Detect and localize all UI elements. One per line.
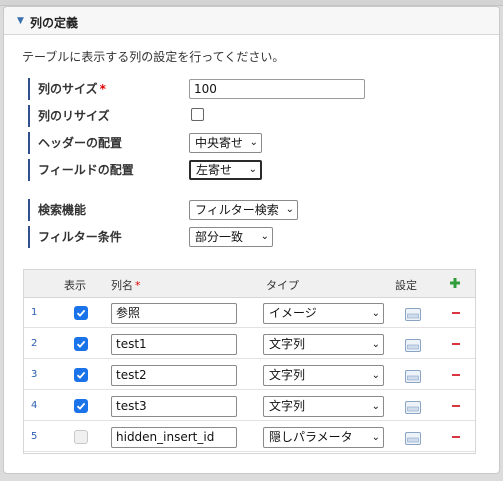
column-name-input[interactable]: test1 (111, 334, 237, 355)
chevron-down-icon: ⌄ (249, 137, 258, 148)
search-function-label: 検索機能 (28, 199, 158, 221)
row-visible-checkbox[interactable] (74, 399, 88, 413)
type-select[interactable]: 文字列 ⌄ (263, 365, 384, 386)
row-number: 1 (31, 307, 38, 318)
type-value: イメージ (269, 306, 317, 320)
column-grid: 表示 列名* タイプ 設定 1 参照 イメージ ⌄ 2 test1 文字列 ⌄ (23, 269, 476, 454)
header-alignment-label: ヘッダーの配置 (28, 132, 158, 154)
minus-icon[interactable] (452, 343, 460, 345)
row-number: 5 (31, 431, 38, 442)
chevron-down-icon: ⌄ (371, 308, 380, 319)
panel-title: 列の定義 (30, 16, 79, 30)
chevron-down-icon: ⌄ (371, 370, 380, 381)
filter-condition-label: フィルター条件 (28, 226, 158, 248)
search-function-row: 検索機能 フィルター検索 ⌄ (28, 199, 368, 221)
column-resize-label: 列のリサイズ (28, 105, 158, 127)
table-row: 1 参照 イメージ ⌄ (24, 298, 475, 328)
table-row: 4 test3 文字列 ⌄ (24, 391, 475, 421)
search-function-value: フィルター検索 (195, 203, 279, 217)
window-settings-icon[interactable] (405, 308, 421, 321)
window-settings-icon[interactable] (405, 370, 421, 383)
field-alignment-row: フィールドの配置 左寄せ ⌄ (28, 159, 368, 181)
window-settings-icon[interactable] (405, 339, 421, 352)
type-select[interactable]: 隠しパラメータ ⌄ (263, 427, 384, 448)
header-alignment-value: 中央寄せ (195, 136, 244, 150)
minus-icon[interactable] (452, 436, 460, 438)
chevron-down-icon: ⌄ (371, 339, 380, 350)
row-visible-checkbox[interactable] (74, 337, 88, 351)
row-visible-checkbox[interactable] (74, 368, 88, 382)
column-resize-checkbox[interactable] (191, 108, 204, 121)
column-name-input[interactable]: test2 (111, 365, 237, 386)
type-value: 文字列 (269, 399, 306, 413)
header-settings: 設定 (395, 279, 417, 292)
window-settings-icon[interactable] (405, 432, 421, 445)
header-alignment-row: ヘッダーの配置 中央寄せ ⌄ (28, 132, 368, 154)
grid-header: 表示 列名 * タイプ 設定 (24, 270, 475, 298)
column-name-input[interactable]: hidden_insert_id (111, 427, 237, 448)
triangle-down-icon[interactable]: ▼ (17, 16, 24, 26)
filter-condition-row: フィルター条件 部分一致 ⌄ (28, 226, 368, 248)
row-number: 3 (31, 369, 38, 380)
window-settings-icon[interactable] (405, 401, 421, 414)
panel-header[interactable]: ▼ 列の定義 (4, 7, 499, 35)
minus-icon[interactable] (452, 312, 460, 314)
field-alignment-value: 左寄せ (196, 163, 233, 177)
row-number: 4 (31, 400, 38, 411)
header-display: 表示 (64, 279, 86, 292)
minus-icon[interactable] (452, 405, 460, 407)
column-definition-panel: ▼ 列の定義 テーブルに表示する列の設定を行ってください。 列のサイズ * 100… (3, 6, 500, 474)
column-resize-row: 列のリサイズ (28, 105, 368, 127)
chevron-down-icon: ⌄ (371, 432, 380, 443)
column-name-input[interactable]: 参照 (111, 303, 237, 324)
plus-icon[interactable] (450, 278, 460, 288)
field-alignment-select[interactable]: 左寄せ ⌄ (189, 160, 262, 180)
row-visible-checkbox[interactable] (74, 430, 88, 444)
header-alignment-select[interactable]: 中央寄せ ⌄ (189, 133, 262, 153)
table-row: 2 test1 文字列 ⌄ (24, 329, 475, 359)
field-alignment-label: フィールドの配置 (28, 159, 158, 181)
row-visible-checkbox[interactable] (74, 306, 88, 320)
type-value: 隠しパラメータ (269, 430, 353, 444)
type-select[interactable]: 文字列 ⌄ (263, 396, 384, 417)
filter-condition-select[interactable]: 部分一致 ⌄ (189, 227, 273, 247)
chevron-down-icon: ⌄ (248, 164, 257, 175)
chevron-down-icon: ⌄ (371, 401, 380, 412)
filter-condition-value: 部分一致 (195, 230, 244, 244)
required-mark: * (135, 279, 141, 292)
table-row: 3 test2 文字列 ⌄ (24, 360, 475, 390)
column-name-input[interactable]: test3 (111, 396, 237, 417)
column-size-row: 列のサイズ * 100 (28, 78, 368, 100)
row-number: 2 (31, 338, 38, 349)
chevron-down-icon: ⌄ (285, 204, 294, 215)
header-type: タイプ (266, 279, 299, 292)
type-select[interactable]: 文字列 ⌄ (263, 334, 384, 355)
type-select[interactable]: イメージ ⌄ (263, 303, 384, 324)
minus-icon[interactable] (452, 374, 460, 376)
column-size-input[interactable]: 100 (189, 79, 365, 99)
type-value: 文字列 (269, 337, 306, 351)
panel-description: テーブルに表示する列の設定を行ってください。 (22, 50, 285, 64)
column-size-label: 列のサイズ * (28, 78, 158, 100)
type-value: 文字列 (269, 368, 306, 382)
table-row: 5 hidden_insert_id 隠しパラメータ ⌄ (24, 422, 475, 452)
header-column-name: 列名 * (111, 279, 141, 292)
chevron-down-icon: ⌄ (260, 231, 269, 242)
required-mark: * (99, 82, 106, 96)
search-function-select[interactable]: フィルター検索 ⌄ (189, 200, 298, 220)
